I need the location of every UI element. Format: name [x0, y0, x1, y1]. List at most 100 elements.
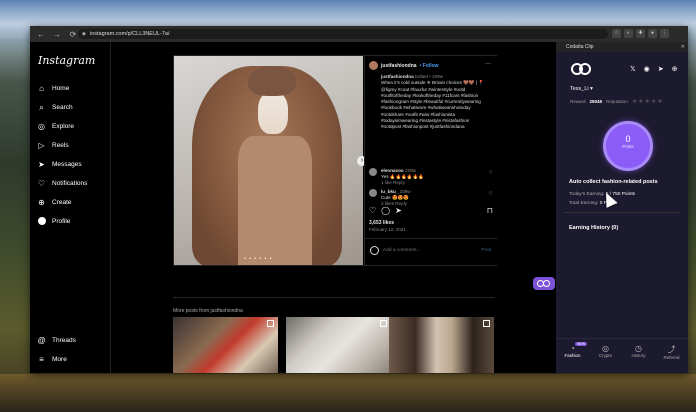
- author-avatar[interactable]: [369, 61, 378, 70]
- social-links: 𝕏 ◉ ➤ ⊕: [630, 65, 678, 73]
- author-name[interactable]: justfashiondna: [381, 63, 417, 69]
- tab-fashion[interactable]: NEW ◔ Fashion: [556, 339, 589, 374]
- nav-home[interactable]: ⌂ Home: [37, 84, 69, 93]
- more-post-thumbnail[interactable]: [389, 317, 494, 373]
- post-header: justfashiondna • Follow: [369, 61, 439, 70]
- share-icon[interactable]: ➤: [395, 206, 402, 215]
- browser-toolbar: ← → ⟳ ◆ instagram.com/p/CLL3NEUL-7a/ ☆ ◐…: [30, 26, 688, 42]
- globe-icon[interactable]: ⊕: [672, 65, 678, 73]
- caption-text: When it’s cold outside ❄ Brown choices 🤎…: [381, 80, 485, 130]
- url-text: instagram.com/p/CLL3NEUL-7a/: [90, 31, 170, 37]
- address-bar[interactable]: ◆ instagram.com/p/CLL3NEUL-7a/: [78, 29, 608, 39]
- beanie-shape: [248, 66, 296, 96]
- comment-icon[interactable]: ◯: [381, 206, 390, 215]
- comment-like-icon[interactable]: ♡: [489, 170, 493, 176]
- like-count[interactable]: 3,653 likes: [369, 220, 394, 226]
- nav-notifications[interactable]: ♡ Notifications: [37, 179, 88, 188]
- new-badge: NEW: [575, 342, 588, 346]
- user-stats: Reward 25048 Reputation ★★★★★: [570, 99, 664, 105]
- comment-input[interactable]: Add a comment...: [383, 248, 421, 253]
- emoji-icon[interactable]: [370, 246, 379, 255]
- reload-icon[interactable]: ⟳: [68, 30, 78, 39]
- nav-search[interactable]: ⌕ Search: [37, 103, 72, 112]
- codatta-clip-panel: Codatta Clip ✕ 𝕏 ◉ ➤ ⊕ Tess_Li ▾ Reward …: [556, 42, 688, 373]
- points-label: Posts: [622, 144, 634, 149]
- divider: [564, 212, 680, 213]
- carousel-icon: [380, 320, 387, 327]
- desktop-ground: [0, 374, 696, 412]
- commenter-avatar[interactable]: [369, 168, 377, 176]
- panel-tabs: NEW ◔ Fashion ◎ Crypto ◷ History ⤴ Refer…: [556, 338, 688, 374]
- like-icon[interactable]: ♡: [369, 206, 376, 215]
- tab-referral[interactable]: ⤴ Referral: [655, 339, 688, 374]
- comment: lu_bku_ 209w Cute 😍😍😍 2 likes Reply ♡: [369, 189, 493, 207]
- panel-titlebar: Codatta Clip ✕: [556, 42, 688, 52]
- post-caption: justfashiondna Edited • 209w When it’s c…: [381, 74, 489, 131]
- extension-icon[interactable]: ◐: [624, 29, 633, 38]
- post-view: • • • • • • › justfashiondna • Follow ··…: [111, 42, 556, 373]
- crypto-icon: ◎: [602, 344, 609, 353]
- instagram-logo[interactable]: Instagram: [38, 54, 95, 67]
- points-value: 0: [625, 134, 631, 144]
- x-icon[interactable]: 𝕏: [630, 65, 636, 73]
- more-posts-heading: More posts from justfashiondna: [173, 308, 243, 314]
- nav-more[interactable]: ≡ More: [37, 355, 67, 364]
- caption-meta: Edited • 209w: [414, 74, 444, 79]
- post-image[interactable]: • • • • • •: [174, 56, 363, 265]
- comment-like-icon[interactable]: ♡: [489, 191, 493, 197]
- face-shape: [258, 92, 288, 134]
- more-post-thumbnail[interactable]: [286, 317, 391, 373]
- post-comment-button[interactable]: Post: [481, 248, 491, 253]
- pin-icon[interactable]: ✕: [681, 42, 685, 52]
- commenter-avatar[interactable]: [369, 189, 377, 197]
- more-options-icon[interactable]: ···: [485, 61, 491, 67]
- more-post-thumbnail[interactable]: [173, 317, 278, 373]
- user-dropdown[interactable]: Tess_Li ▾: [570, 86, 593, 92]
- carousel-icon: [483, 320, 490, 327]
- search-icon: ⌕: [39, 103, 44, 112]
- forward-icon[interactable]: →: [52, 30, 62, 39]
- follow-button[interactable]: • Follow: [420, 63, 439, 69]
- nav-explore[interactable]: ◎ Explore: [37, 122, 74, 131]
- nav-messages[interactable]: ➤ Messages: [37, 160, 81, 169]
- codatta-logo-icon: [571, 62, 593, 76]
- post-sidebar: justfashiondna • Follow ··· justfashiond…: [364, 56, 497, 265]
- discord-icon[interactable]: ◉: [644, 65, 650, 73]
- reward-value: 25048: [589, 99, 603, 104]
- carousel-icon: [267, 320, 274, 327]
- nav-threads[interactable]: @ Threads: [37, 336, 75, 345]
- puzzle-icon[interactable]: ✚: [636, 29, 645, 38]
- home-icon: ⌂: [39, 84, 44, 93]
- codatta-float-button[interactable]: [533, 277, 555, 290]
- comment-box: Add a comment... Post: [365, 238, 497, 266]
- share-icon: ⤴: [667, 345, 676, 354]
- tab-crypto[interactable]: ◎ Crypto: [589, 339, 622, 374]
- comment: eleonavoo 209w Yes 🔥🔥🔥🔥🔥🔥 1 like Reply ♡: [369, 168, 493, 186]
- post-card: • • • • • • › justfashiondna • Follow ··…: [173, 55, 497, 266]
- plus-icon: ⊕: [38, 198, 45, 207]
- extension-icon[interactable]: ☆: [612, 29, 621, 38]
- nav-profile[interactable]: Profile: [37, 217, 70, 226]
- nav-create[interactable]: ⊕ Create: [37, 198, 71, 207]
- hamburger-icon: ≡: [39, 355, 44, 364]
- carousel-dots: • • • • • •: [244, 256, 273, 262]
- earning-history-heading[interactable]: Earning History (0): [569, 225, 618, 231]
- tab-history[interactable]: ◷ History: [622, 339, 655, 374]
- avatar: [37, 217, 46, 225]
- bookmark-icon[interactable]: ⊓: [487, 206, 493, 215]
- nav-reels[interactable]: ▷ Reels: [37, 141, 68, 150]
- threads-icon: @: [37, 336, 46, 345]
- post-date: February 12, 2021: [369, 227, 406, 232]
- clock-icon: ◷: [635, 344, 642, 353]
- reputation-stars: ★★★★★: [631, 99, 664, 105]
- extension-icons: ☆ ◐ ✚ ● ⋮: [612, 29, 669, 38]
- panel-title: Codatta Clip: [566, 44, 594, 50]
- messages-icon: ➤: [38, 160, 45, 169]
- menu-icon[interactable]: ⋮: [660, 29, 669, 38]
- back-icon[interactable]: ←: [36, 30, 46, 39]
- telegram-icon[interactable]: ➤: [658, 65, 664, 73]
- profile-icon[interactable]: ●: [648, 29, 657, 38]
- caption-author[interactable]: justfashiondna: [381, 74, 414, 79]
- points-circle[interactable]: 0 Posts: [603, 121, 653, 171]
- auto-collect-title: Auto collect fashion-related posts: [569, 179, 658, 185]
